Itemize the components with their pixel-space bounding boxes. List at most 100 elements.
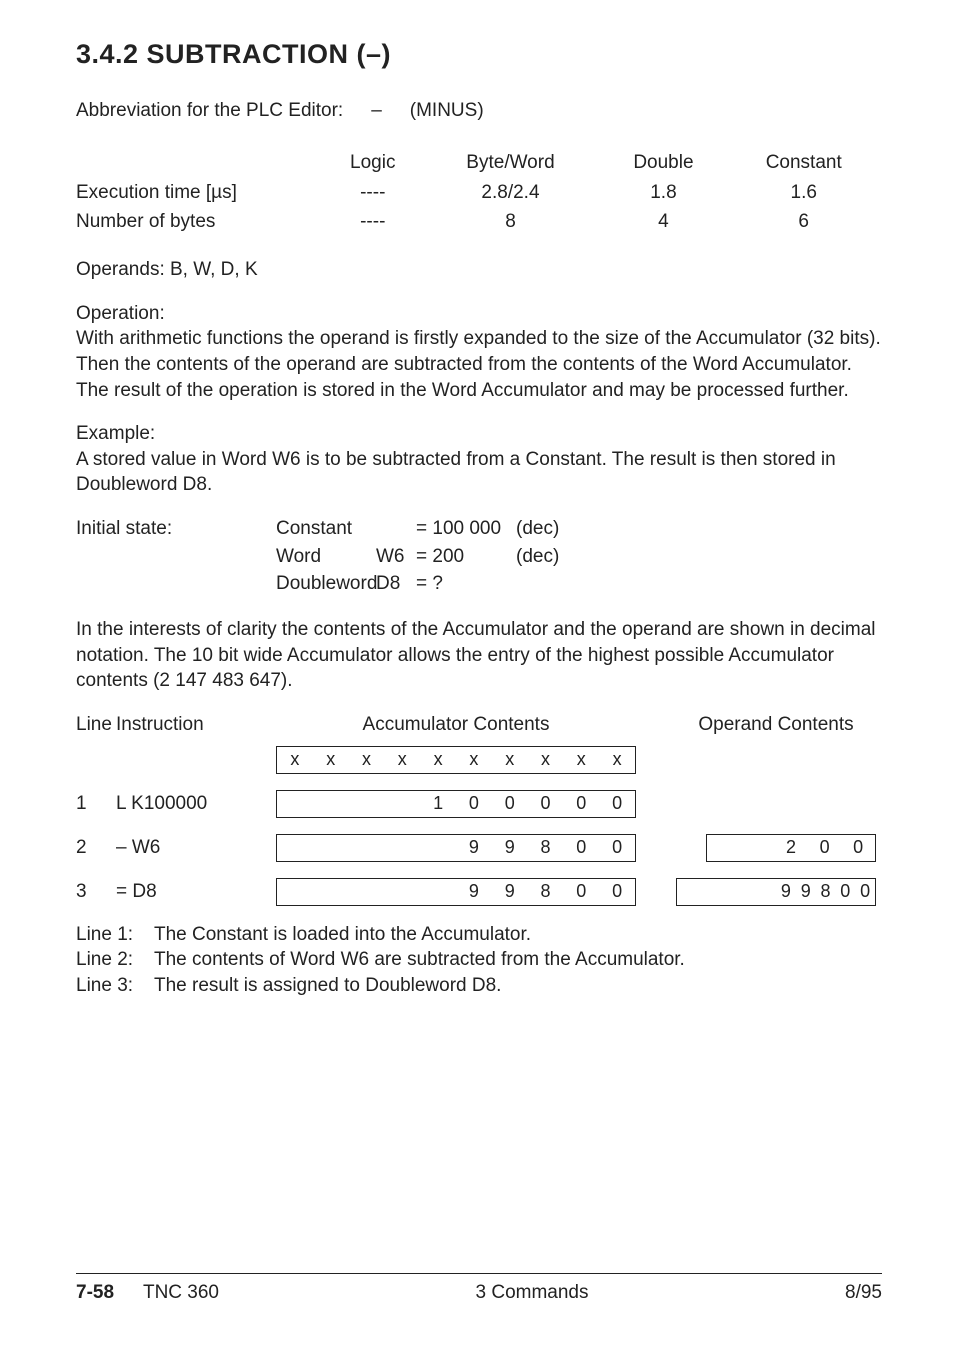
trace-rows: xxxxxxxxxx1L K1000001000002– W6998002003… (76, 746, 882, 906)
register-digit: 0 (599, 791, 635, 815)
expl-row: Line 2: The contents of Word W6 are subt… (76, 947, 882, 973)
operand-register: 99800 (676, 878, 876, 906)
abbr-name: (MINUS) (410, 98, 484, 124)
header-line: Line (76, 712, 116, 738)
init-c3: = 100 000 (416, 516, 516, 542)
clarity-note: In the interests of clarity the contents… (76, 617, 882, 694)
abbr-row: Abbreviation for the PLC Editor: – (MINU… (76, 98, 882, 124)
trace-instruction: = D8 (116, 879, 276, 905)
header-operand: Operand Contents (676, 712, 876, 738)
row-label: Number of bytes (76, 207, 326, 237)
register-digit: 0 (492, 791, 528, 815)
operation-label: Operation: (76, 301, 882, 327)
accumulator-register: 99800 (276, 878, 636, 906)
page-footer: 7-58 TNC 360 3 Commands 8/95 (76, 1273, 882, 1306)
example-text: A stored value in Word W6 is to be subtr… (76, 447, 882, 498)
register-digit: 9 (456, 835, 492, 859)
init-c2: D8 (376, 571, 416, 597)
init-c1: Word (276, 544, 376, 570)
operation-text: With arithmetic functions the operand is… (76, 326, 882, 403)
register-digit: 0 (563, 835, 599, 859)
trace-row: 1L K100000100000 (76, 790, 882, 818)
example-label: Example: (76, 421, 882, 447)
register-digit: 0 (563, 791, 599, 815)
register-digit: x (528, 747, 564, 771)
init-c4: (dec) (516, 516, 576, 542)
initial-state: Initial state: Constant = 100 000 (dec) … (76, 516, 882, 597)
expl-row: Line 1: The Constant is loaded into the … (76, 922, 882, 948)
cell: 6 (725, 207, 882, 237)
page: 3.4.2 SUBTRACTION (–) Abbreviation for t… (0, 0, 954, 1346)
init-c1: Doubleword (276, 571, 376, 597)
init-c2 (376, 516, 416, 542)
register-digit: x (313, 747, 349, 771)
register-digit: 0 (528, 791, 564, 815)
register-digit: x (492, 747, 528, 771)
trace-row: 2– W699800200 (76, 834, 882, 862)
operand-register: 200 (706, 834, 876, 862)
timing-table: Logic Byte/Word Double Constant Executio… (76, 148, 882, 237)
trace-line-num: 3 (76, 879, 116, 905)
register-digit: 0 (835, 879, 855, 903)
register-digit: 0 (841, 835, 875, 859)
footer-section: 3 Commands (476, 1280, 589, 1306)
register-digit: 0 (599, 879, 635, 903)
register-digit: 0 (456, 791, 492, 815)
col-logic: Logic (326, 148, 420, 178)
register-digit: 2 (774, 835, 808, 859)
table-row: Number of bytes ---- 8 4 6 (76, 207, 882, 237)
expl-key: Line 3: (76, 973, 140, 999)
register-digit: 8 (528, 835, 564, 859)
expl-val: The contents of Word W6 are subtracted f… (154, 947, 685, 973)
register-digit: 0 (808, 835, 842, 859)
trace-row: xxxxxxxxxx (76, 746, 882, 774)
register-digit: 0 (855, 879, 875, 903)
trace-headers: Line Instruction Accumulator Contents Op… (76, 712, 882, 738)
register-digit: x (599, 747, 635, 771)
expl-row: Line 3: The result is assigned to Double… (76, 973, 882, 999)
register-digit: 8 (528, 879, 564, 903)
init-c3: = 200 (416, 544, 516, 570)
accumulator-register: xxxxxxxxxx (276, 746, 636, 774)
register-digit: 0 (563, 879, 599, 903)
abbr-label: Abbreviation for the PLC Editor: (76, 98, 343, 124)
trace-instruction: – W6 (116, 835, 276, 861)
register-digit: x (277, 747, 313, 771)
initial-label: Initial state: (76, 516, 276, 542)
expl-val: The Constant is loaded into the Accumula… (154, 922, 531, 948)
register-digit: x (420, 747, 456, 771)
trace-line-num: 1 (76, 791, 116, 817)
footer-page-number: 7-58 (76, 1282, 114, 1303)
accumulator-register: 100000 (276, 790, 636, 818)
init-c4 (516, 571, 576, 597)
row-label: Execution time [µs] (76, 178, 326, 208)
accumulator-register: 99800 (276, 834, 636, 862)
init-c1: Constant (276, 516, 376, 542)
register-digit: 9 (492, 835, 528, 859)
register-digit: 9 (456, 879, 492, 903)
cell: 2.8/2.4 (420, 178, 602, 208)
cell: 1.6 (725, 178, 882, 208)
init-c4: (dec) (516, 544, 576, 570)
col-constant: Constant (725, 148, 882, 178)
init-c3: = ? (416, 571, 516, 597)
section-heading: 3.4.2 SUBTRACTION (–) (76, 36, 882, 72)
cell: 1.8 (601, 178, 725, 208)
footer-model: TNC 360 (143, 1282, 219, 1303)
cell: ---- (326, 207, 420, 237)
header-instruction: Instruction (116, 712, 276, 738)
explanations: Line 1: The Constant is loaded into the … (76, 922, 882, 999)
cell: 4 (601, 207, 725, 237)
register-digit: x (563, 747, 599, 771)
operation-block: Operation: With arithmetic functions the… (76, 301, 882, 404)
register-digit: 9 (492, 879, 528, 903)
footer-date: 8/95 (845, 1280, 882, 1306)
header-accumulator: Accumulator Contents (276, 712, 636, 738)
trace-instruction: L K100000 (116, 791, 276, 817)
expl-key: Line 2: (76, 947, 140, 973)
init-c2: W6 (376, 544, 416, 570)
register-digit: x (384, 747, 420, 771)
register-digit: x (456, 747, 492, 771)
col-byteword: Byte/Word (420, 148, 602, 178)
register-digit: 9 (796, 879, 816, 903)
